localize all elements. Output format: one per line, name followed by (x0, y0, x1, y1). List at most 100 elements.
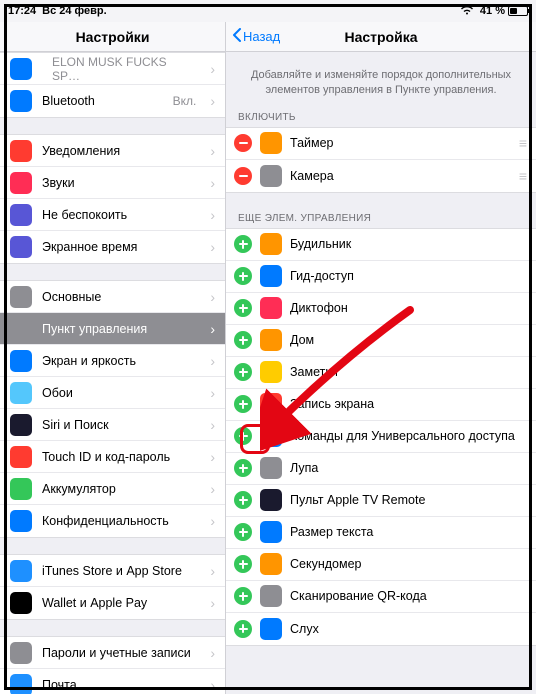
more-item[interactable]: Команды для Универсального доступа (226, 421, 536, 453)
back-button[interactable]: Назад (232, 28, 280, 45)
section-header-more: ЕЩЕ ЭЛЕМ. УПРАВЛЕНИЯ (226, 209, 536, 228)
detail-pane: Назад Настройка Добавляйте и изменяйте п… (226, 22, 536, 694)
add-button[interactable] (234, 555, 252, 573)
remove-button[interactable] (234, 167, 252, 185)
app-icon (260, 457, 282, 479)
wall-icon (10, 382, 32, 404)
more-item[interactable]: Размер текста (226, 517, 536, 549)
wifi-icon (460, 5, 474, 18)
row-label: Пункт управления (42, 322, 200, 336)
status-bar: 17:24 Вс 24 февр. 41 % (0, 0, 536, 22)
add-button[interactable] (234, 395, 252, 413)
add-button[interactable] (234, 235, 252, 253)
detail-title: Настройка (344, 29, 417, 45)
item-label: Слух (290, 622, 528, 636)
row-label: Обои (42, 386, 200, 400)
sidebar-item-mail[interactable]: Почта › (0, 669, 225, 694)
row-label: Экранное время (42, 240, 200, 254)
item-label: Запись экрана (290, 397, 528, 411)
sidebar-title: Настройки (0, 22, 225, 52)
batt-icon (10, 478, 32, 500)
sidebar-item-bt[interactable]: Bluetooth Вкл. › (0, 85, 225, 117)
section-header-included: ВКЛЮЧИТЬ (226, 108, 536, 127)
item-label: Лупа (290, 461, 528, 475)
row-label: Wallet и Apple Pay (42, 596, 200, 610)
app-icon (260, 297, 282, 319)
item-label: Пульт Apple TV Remote (290, 493, 528, 507)
sidebar-item-hour[interactable]: Экранное время › (0, 231, 225, 263)
app-icon (260, 393, 282, 415)
sidebar-item-wall[interactable]: Обои › (0, 377, 225, 409)
app-icon (260, 553, 282, 575)
add-button[interactable] (234, 363, 252, 381)
add-button[interactable] (234, 523, 252, 541)
app-icon (260, 233, 282, 255)
add-button[interactable] (234, 620, 252, 638)
add-button[interactable] (234, 459, 252, 477)
item-label: Диктофон (290, 301, 528, 315)
chevron-right-icon: › (210, 175, 215, 191)
sidebar-item-siri[interactable]: Siri и Поиск › (0, 409, 225, 441)
more-item[interactable]: Сканирование QR-кода (226, 581, 536, 613)
chevron-right-icon: › (210, 481, 215, 497)
item-label: Гид-доступ (290, 269, 528, 283)
chevron-right-icon: › (210, 449, 215, 465)
more-item[interactable]: Секундомер (226, 549, 536, 581)
chevron-right-icon: › (210, 143, 215, 159)
sidebar-item-bell[interactable]: Уведомления › (0, 135, 225, 167)
remove-button[interactable] (234, 134, 252, 152)
more-item[interactable]: Диктофон (226, 293, 536, 325)
app-icon (260, 165, 282, 187)
more-item[interactable]: Слух (226, 613, 536, 645)
more-item[interactable]: Дом (226, 325, 536, 357)
more-item[interactable]: Гид-доступ (226, 261, 536, 293)
sidebar-item-ctl[interactable]: Пункт управления › (0, 313, 225, 345)
row-detail: ELON MUSK FUCKS SP… (52, 55, 196, 83)
item-label: Таймер (290, 136, 511, 150)
included-item[interactable]: Таймер ≡ (226, 128, 536, 160)
item-label: Заметки (290, 365, 528, 379)
battery-indicator: 41 % (480, 5, 528, 17)
more-item[interactable]: Заметки (226, 357, 536, 389)
ctl-icon (10, 318, 32, 340)
row-label: Основные (42, 290, 200, 304)
sidebar-item-moon[interactable]: Не беспокоить › (0, 199, 225, 231)
more-item[interactable]: Пульт Apple TV Remote (226, 485, 536, 517)
wal-icon (10, 592, 32, 614)
chevron-right-icon: › (210, 93, 215, 109)
reorder-handle[interactable]: ≡ (519, 135, 528, 151)
sidebar-item-key[interactable]: Пароли и учетные записи › (0, 637, 225, 669)
add-button[interactable] (234, 331, 252, 349)
more-item[interactable]: Запись экрана (226, 389, 536, 421)
included-item[interactable]: Камера ≡ (226, 160, 536, 192)
chevron-right-icon: › (210, 417, 215, 433)
sidebar-item-gear[interactable]: Основные › (0, 281, 225, 313)
sidebar-item-priv[interactable]: Конфиденциальность › (0, 505, 225, 537)
app-icon (260, 265, 282, 287)
add-button[interactable] (234, 267, 252, 285)
sidebar-item-as[interactable]: iTunes Store и App Store › (0, 555, 225, 587)
row-label: Конфиденциальность (42, 514, 200, 528)
row-label: Bluetooth (42, 94, 163, 108)
sidebar-item-wal[interactable]: Wallet и Apple Pay › (0, 587, 225, 619)
chevron-right-icon: › (210, 385, 215, 401)
sidebar-item-sound[interactable]: Звуки › (0, 167, 225, 199)
sidebar-item-touch[interactable]: Touch ID и код-пароль › (0, 441, 225, 473)
more-item[interactable]: Будильник (226, 229, 536, 261)
sidebar-item-bright[interactable]: Экран и яркость › (0, 345, 225, 377)
chevron-left-icon (232, 28, 242, 45)
add-button[interactable] (234, 299, 252, 317)
item-label: Камера (290, 169, 511, 183)
sidebar-item-wifi[interactable]: Wi-Fi ELON MUSK FUCKS SP… › (0, 53, 225, 85)
add-button[interactable] (234, 491, 252, 509)
sidebar-item-batt[interactable]: Аккумулятор › (0, 473, 225, 505)
more-item[interactable]: Лупа (226, 453, 536, 485)
add-button[interactable] (234, 587, 252, 605)
intro-text: Добавляйте и изменяйте порядок дополните… (226, 52, 536, 108)
sound-icon (10, 172, 32, 194)
reorder-handle[interactable]: ≡ (519, 168, 528, 184)
add-button[interactable] (234, 427, 252, 445)
status-date: Вс 24 февр. (42, 5, 107, 17)
app-icon (260, 132, 282, 154)
key-icon (10, 642, 32, 664)
